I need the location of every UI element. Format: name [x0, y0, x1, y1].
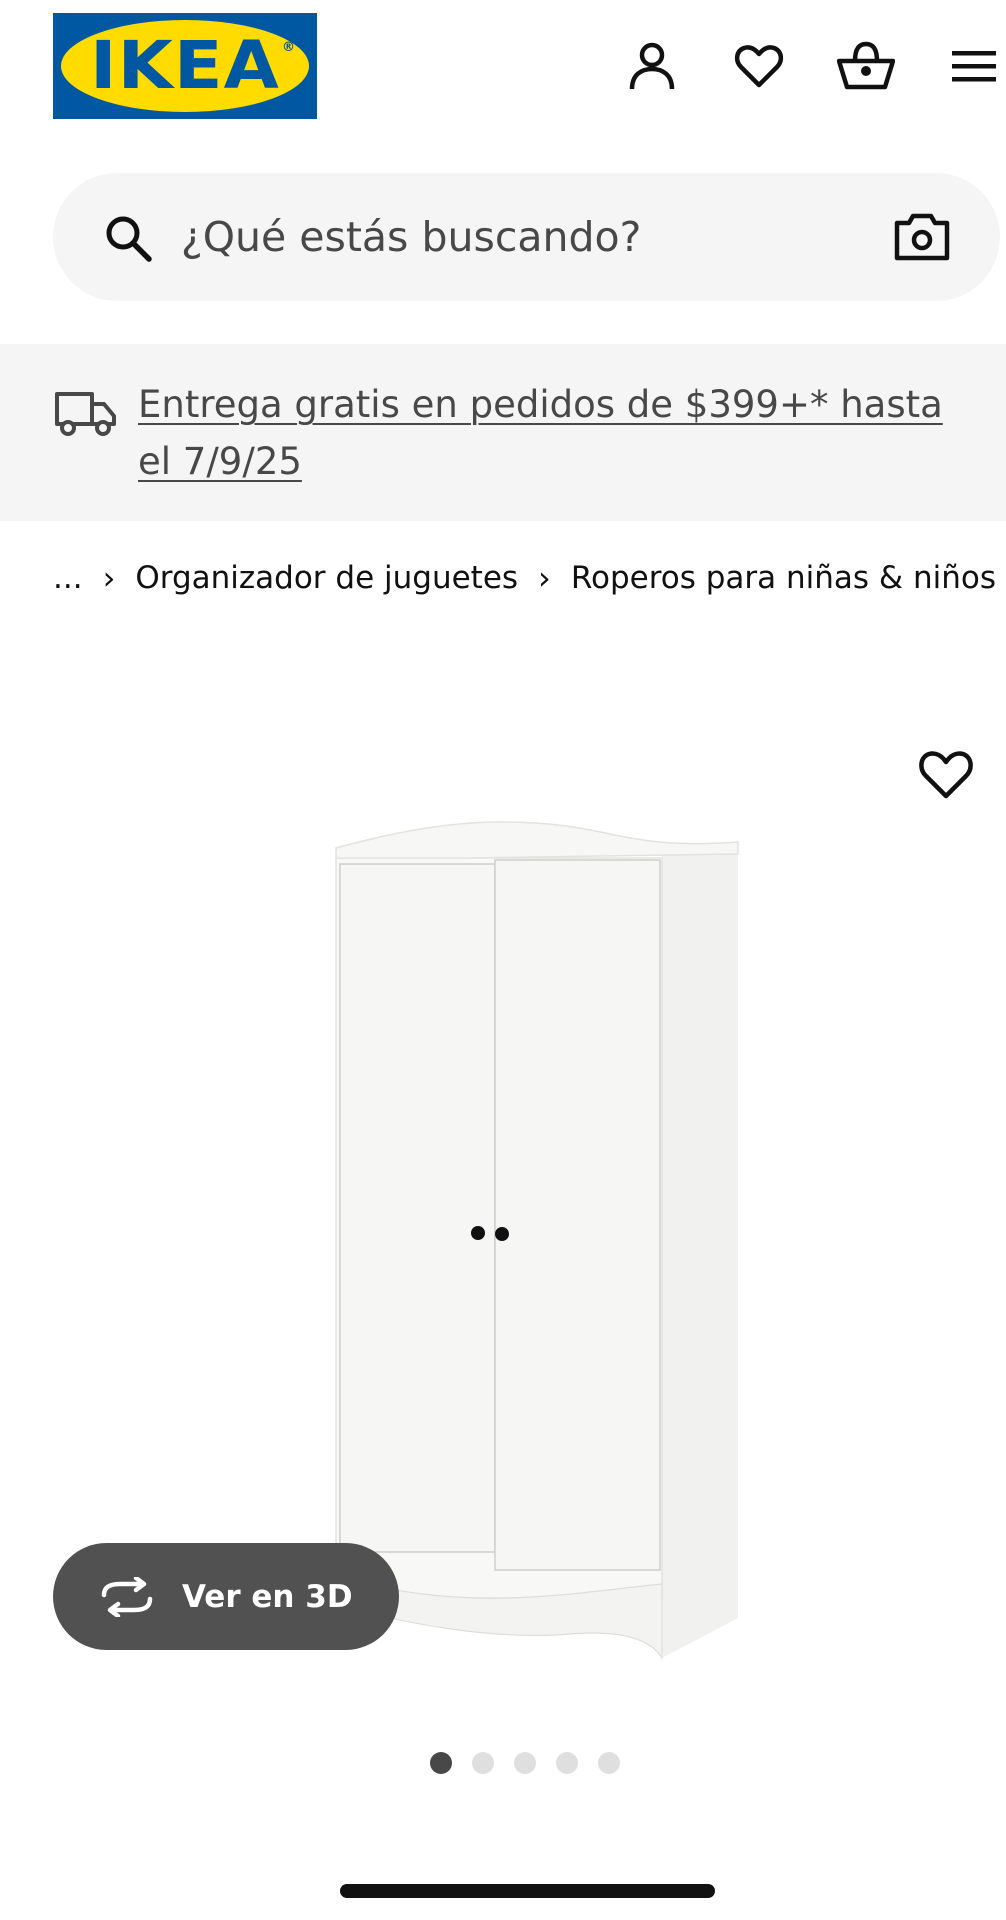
gallery-dot-2[interactable] [472, 1752, 494, 1774]
breadcrumb-ellipsis[interactable]: ... [53, 560, 83, 596]
search-input[interactable] [181, 207, 741, 267]
breadcrumb: ... › Organizador de juguetes › Roperos … [53, 556, 996, 600]
product-image-gallery[interactable]: Ver en 3D [0, 700, 1006, 1710]
camera-icon[interactable] [893, 211, 951, 263]
chevron-right-icon: › [538, 559, 551, 597]
gallery-dot-3[interactable] [514, 1752, 536, 1774]
rotate-3d-icon [101, 1576, 153, 1617]
gallery-dot-5[interactable] [598, 1752, 620, 1774]
logo-registered-mark: ® [282, 40, 295, 55]
delivery-promo-banner: Entrega gratis en pedidos de $399+* hast… [0, 344, 1006, 521]
heart-icon[interactable] [729, 36, 789, 96]
truck-icon [55, 392, 116, 436]
add-to-favorites-heart-icon[interactable] [916, 744, 976, 804]
view-in-3d-button[interactable]: Ver en 3D [53, 1543, 399, 1650]
logo-text: IKEA [90, 27, 280, 104]
breadcrumb-item-kids-wardrobes[interactable]: Roperos para niñas & niños [571, 560, 996, 596]
gallery-pagination-dots [430, 1752, 620, 1774]
ikea-logo[interactable]: IKEA ® [53, 13, 317, 119]
home-indicator[interactable] [340, 1884, 715, 1898]
cart-icon[interactable] [836, 36, 896, 96]
gallery-dot-4[interactable] [556, 1752, 578, 1774]
chevron-right-icon: › [102, 559, 116, 597]
account-icon[interactable] [622, 36, 682, 96]
top-header: IKEA ® [0, 0, 1006, 160]
gallery-dot-1[interactable] [430, 1752, 452, 1774]
delivery-promo-link[interactable]: Entrega gratis en pedidos de $399+* hast… [138, 376, 978, 490]
menu-icon[interactable] [944, 36, 1004, 96]
logo-oval: IKEA ® [61, 20, 309, 112]
search-bar[interactable] [53, 173, 1000, 301]
view-in-3d-label: Ver en 3D [182, 1578, 353, 1615]
search-icon[interactable] [101, 211, 157, 267]
breadcrumb-item-toy-organizer[interactable]: Organizador de juguetes [135, 560, 518, 596]
